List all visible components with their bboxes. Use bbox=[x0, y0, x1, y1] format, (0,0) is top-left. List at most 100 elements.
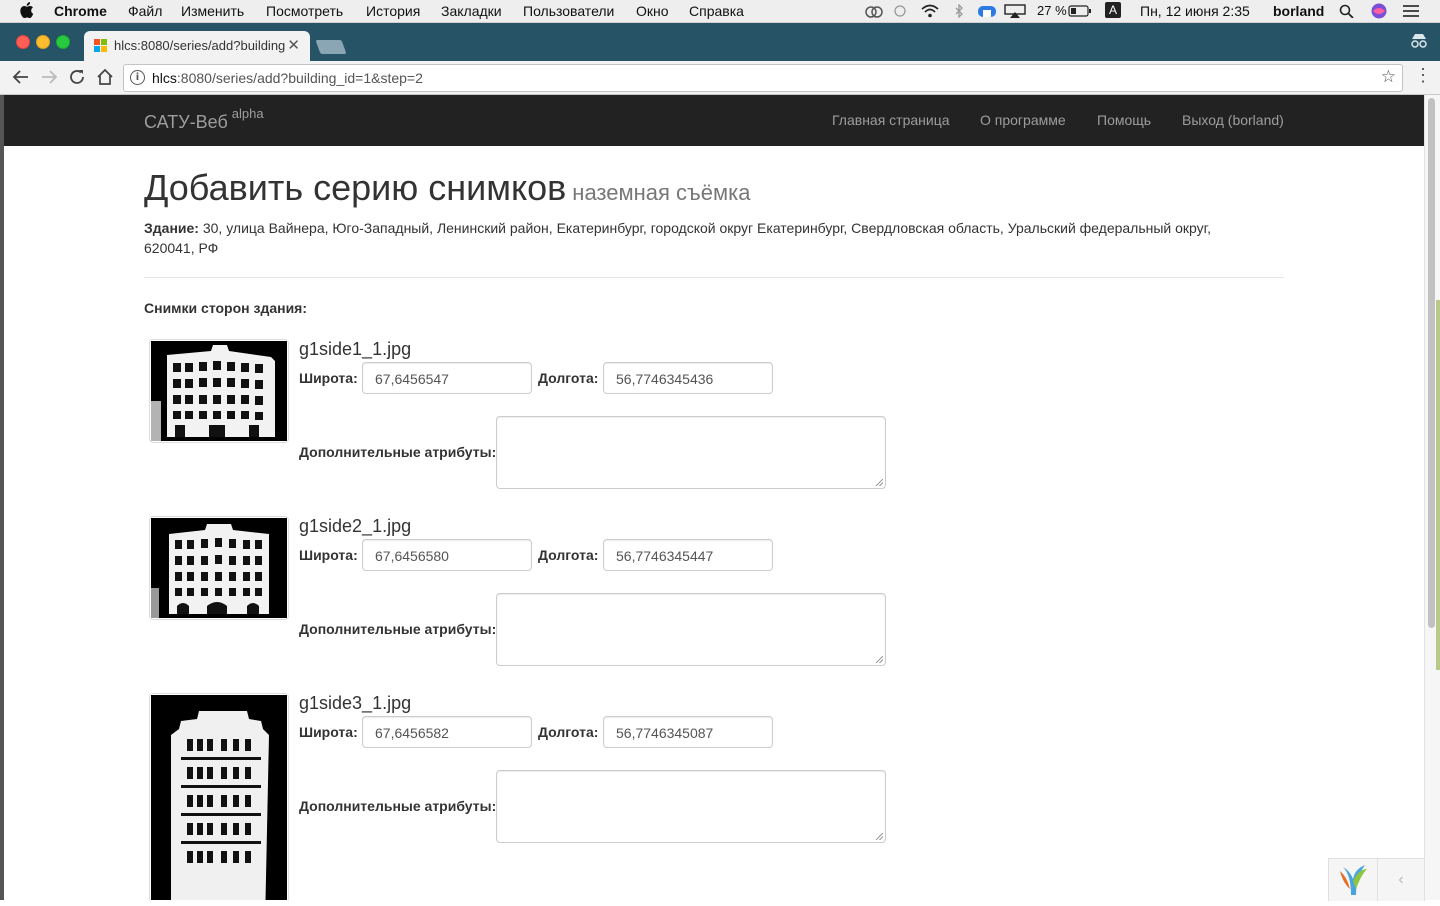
lat-label-3: Широта: bbox=[299, 724, 358, 740]
background-window-edge bbox=[1436, 300, 1440, 670]
airplay-icon[interactable] bbox=[1004, 4, 1026, 18]
page-title: Добавить серию снимков наземная съёмка bbox=[144, 167, 751, 209]
photo-filename-2: g1side2_1.jpg bbox=[299, 516, 412, 536]
site-info-icon[interactable]: i bbox=[130, 70, 145, 85]
lat-input-3[interactable]: 67,6456582 bbox=[362, 716, 532, 748]
browser-tab-active[interactable]: hlcs:8080/series/add?building ✕ bbox=[84, 31, 310, 61]
debug-toolbar-toggle[interactable]: ‹ bbox=[1377, 858, 1425, 901]
lon-input-3[interactable]: 56,7746345087 bbox=[603, 716, 773, 748]
incognito-icon[interactable] bbox=[1410, 33, 1428, 49]
menubar-user[interactable]: borland bbox=[1273, 3, 1324, 19]
tab-title: hlcs:8080/series/add?building bbox=[114, 38, 286, 53]
page-scrollbar-thumb[interactable] bbox=[1428, 98, 1435, 628]
photo-thumbnail-2[interactable] bbox=[149, 516, 289, 620]
bluetooth-icon[interactable] bbox=[953, 4, 965, 18]
url-path: :8080/series/add?building_id=1&step=2 bbox=[176, 70, 423, 86]
address-url[interactable]: hlcs:8080/series/add?building_id=1&step=… bbox=[152, 70, 423, 86]
photo-filename-1: g1side1_1.jpg bbox=[299, 339, 412, 359]
creative-cloud-icon[interactable] bbox=[864, 4, 884, 18]
attrs-label-1: Дополнительные атрибуты: bbox=[299, 444, 497, 460]
lat-input-1[interactable]: 67,6456547 bbox=[362, 362, 532, 394]
nav-link-home[interactable]: Главная страница bbox=[832, 112, 950, 128]
lat-input-2[interactable]: 67,6456580 bbox=[362, 539, 532, 571]
notification-center-icon[interactable] bbox=[1402, 4, 1420, 18]
menubar-item-edit[interactable]: Изменить bbox=[181, 3, 244, 19]
attrs-textarea-2[interactable] bbox=[496, 593, 886, 666]
menubar-item-users[interactable]: Пользователи bbox=[523, 3, 614, 19]
siri-icon[interactable] bbox=[1370, 3, 1388, 19]
window-minimize-button[interactable] bbox=[36, 35, 50, 49]
sync-icon[interactable] bbox=[892, 4, 908, 18]
menubar-item-view[interactable]: Посмотреть bbox=[266, 3, 343, 19]
battery-percent: 27 % bbox=[1037, 3, 1067, 18]
tunnel-icon[interactable] bbox=[977, 4, 997, 18]
photo-filename-3: g1side3_1.jpg bbox=[299, 693, 412, 713]
brand-link[interactable]: САТУ-Веб alpha bbox=[144, 106, 264, 133]
wifi-icon[interactable] bbox=[920, 4, 940, 18]
url-host: hlcs bbox=[152, 70, 177, 86]
lon-input-2[interactable]: 56,7746345447 bbox=[603, 539, 773, 571]
chevron-left-icon: ‹ bbox=[1398, 871, 1404, 888]
forward-icon[interactable] bbox=[40, 68, 58, 86]
building-photo-2-image bbox=[151, 518, 287, 618]
building-info: Здание: 30, улица Вайнера, Юго-Западный,… bbox=[144, 218, 1264, 258]
photo-thumbnail-1[interactable] bbox=[149, 339, 289, 443]
browser-tabstrip: hlcs:8080/series/add?building ✕ bbox=[0, 23, 1440, 61]
macos-menubar: Chrome Файл Изменить Посмотреть История … bbox=[0, 0, 1440, 23]
menubar-item-history[interactable]: История bbox=[366, 3, 420, 19]
building-address: 30, улица Вайнера, Юго-Западный, Ленинск… bbox=[144, 220, 1211, 256]
reload-icon[interactable] bbox=[68, 68, 86, 86]
debug-toolbar-logo[interactable] bbox=[1328, 858, 1378, 901]
divider bbox=[144, 277, 1284, 278]
battery-icon[interactable] bbox=[1068, 4, 1092, 18]
apple-icon[interactable] bbox=[20, 2, 34, 22]
lon-input-1[interactable]: 56,7746345436 bbox=[603, 362, 773, 394]
lat-label-2: Широта: bbox=[299, 547, 358, 563]
building-photo-3-image bbox=[151, 695, 287, 900]
resize-grip-icon[interactable] bbox=[876, 479, 883, 486]
lon-label-1: Долгота: bbox=[538, 370, 599, 386]
favicon-icon bbox=[94, 39, 107, 52]
menubar-item-help[interactable]: Справка bbox=[689, 3, 744, 19]
menubar-app-name[interactable]: Chrome bbox=[54, 3, 107, 19]
lat-label-1: Широта: bbox=[299, 370, 358, 386]
menubar-item-file[interactable]: Файл bbox=[128, 3, 162, 19]
resize-grip-icon[interactable] bbox=[876, 656, 883, 663]
menubar-item-window[interactable]: Окно bbox=[636, 3, 669, 19]
lon-label-3: Долгота: bbox=[538, 724, 599, 740]
menubar-item-bookmarks[interactable]: Закладки bbox=[441, 3, 502, 19]
back-icon[interactable] bbox=[12, 68, 30, 86]
yii-logo-icon bbox=[1340, 865, 1367, 895]
lon-label-2: Долгота: bbox=[538, 547, 599, 563]
spotlight-search-icon[interactable] bbox=[1339, 4, 1355, 18]
attrs-textarea-3[interactable] bbox=[496, 770, 886, 843]
page-viewport: САТУ-Веб alpha Главная страница О програм… bbox=[4, 95, 1424, 900]
address-bar[interactable]: i hlcs:8080/series/add?building_id=1&ste… bbox=[123, 64, 1403, 92]
attrs-textarea-1[interactable] bbox=[496, 416, 886, 489]
window-zoom-button[interactable] bbox=[56, 35, 70, 49]
resize-grip-icon[interactable] bbox=[876, 833, 883, 840]
window-close-button[interactable] bbox=[16, 35, 30, 49]
building-photo-1-image bbox=[151, 341, 287, 441]
nav-link-about[interactable]: О программе bbox=[980, 112, 1066, 128]
section-label: Снимки сторон здания: bbox=[144, 300, 308, 316]
building-label: Здание: bbox=[144, 220, 199, 236]
photo-thumbnail-3[interactable] bbox=[149, 693, 289, 900]
bookmark-star-icon[interactable]: ☆ bbox=[1381, 67, 1396, 87]
home-icon[interactable] bbox=[96, 68, 114, 86]
brand-name: САТУ-Веб bbox=[144, 112, 228, 132]
page-subtitle: наземная съёмка bbox=[572, 180, 751, 205]
chrome-menu-icon[interactable]: ⋮ bbox=[1414, 65, 1432, 86]
menubar-clock[interactable]: Пн, 12 июня 2:35 bbox=[1140, 3, 1250, 19]
page-title-text: Добавить серию снимков bbox=[144, 167, 567, 208]
attrs-label-3: Дополнительные атрибуты: bbox=[299, 798, 497, 814]
brand-tag: alpha bbox=[231, 106, 264, 121]
app-navbar: САТУ-Веб alpha Главная страница О програм… bbox=[4, 95, 1424, 146]
new-tab-button[interactable] bbox=[315, 40, 347, 54]
attrs-label-2: Дополнительные атрибуты: bbox=[299, 621, 497, 637]
input-source-icon[interactable]: A bbox=[1105, 2, 1121, 18]
nav-link-help[interactable]: Помощь bbox=[1097, 112, 1151, 128]
nav-link-logout[interactable]: Выход (borland) bbox=[1182, 112, 1284, 128]
browser-toolbar: i hlcs:8080/series/add?building_id=1&ste… bbox=[0, 61, 1440, 95]
tab-close-icon[interactable]: ✕ bbox=[287, 36, 300, 54]
